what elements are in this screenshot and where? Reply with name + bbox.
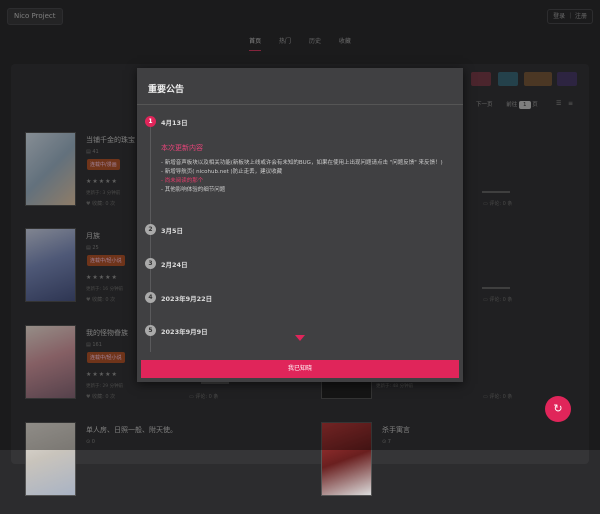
refresh-icon[interactable]: ↻ bbox=[545, 396, 571, 422]
update-line: - 新增音声板块以及相关功能(新板块上线或许会有未知的BUG，如果在使用上出现问… bbox=[161, 160, 443, 166]
timeline-content: 本次更新内容 - 新增音声板块以及相关功能(新板块上线或许会有未知的BUG，如果… bbox=[161, 144, 451, 195]
timeline-date: 3月5日 bbox=[161, 227, 184, 235]
update-line: - 新增导航页( nicohub.net )防止走丢，建议收藏 bbox=[161, 169, 283, 175]
timeline-dot[interactable]: 2 bbox=[145, 224, 156, 235]
timeline-line bbox=[150, 118, 151, 352]
modal-title: 重要公告 bbox=[148, 85, 185, 95]
timeline-dot[interactable]: 3 bbox=[145, 258, 156, 269]
update-line: - 尚未阅读的那个 bbox=[161, 178, 204, 184]
content-title: 本次更新内容 bbox=[161, 144, 203, 152]
timeline-date: 2月24日 bbox=[161, 261, 188, 269]
modal-divider bbox=[137, 104, 463, 105]
announcement-modal: 重要公告 1 4月13日 本次更新内容 - 新增音声板块以及相关功能(新板块上线… bbox=[137, 68, 463, 382]
scroll-down-icon[interactable] bbox=[295, 335, 305, 341]
timeline-dot[interactable]: 1 bbox=[145, 116, 156, 127]
update-line: - 其他影响体验的细节问题 bbox=[161, 187, 226, 193]
timeline-dot[interactable]: 4 bbox=[145, 292, 156, 303]
timeline-date: 2023年9月22日 bbox=[161, 295, 213, 303]
timeline-date: 4月13日 bbox=[161, 119, 188, 127]
acknowledge-button[interactable]: 我已知晓 bbox=[141, 360, 459, 378]
timeline-dot[interactable]: 5 bbox=[145, 325, 156, 336]
timeline-date: 2023年9月9日 bbox=[161, 328, 208, 336]
